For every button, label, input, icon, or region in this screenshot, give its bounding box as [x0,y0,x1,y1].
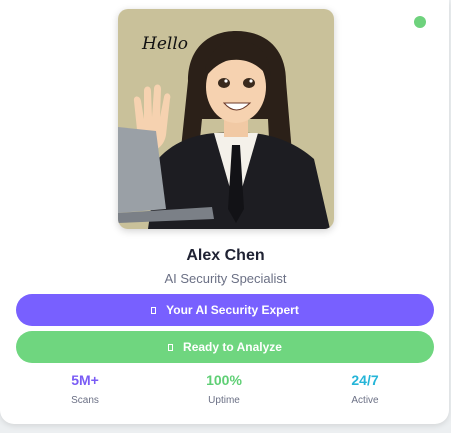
stat-uptime: 100% Uptime [164,372,284,406]
square-icon [151,306,157,314]
stat-label: Uptime [208,395,240,406]
stat-value: 100% [206,372,242,388]
hello-speech-text: Hello [141,34,188,54]
ready-to-analyze-button[interactable]: Ready to Analyze [16,331,434,363]
avatar-illustration: Hello [118,9,334,229]
stat-scans: 5M+ Scans [25,372,145,406]
stat-label: Active [351,395,379,406]
profile-card: Hello Alex Chen AI Security Specialist Y… [0,0,449,424]
profile-role: AI Security Specialist [164,271,287,286]
stat-active: 24/7 Active [305,372,425,406]
square-icon [168,343,174,351]
profile-name: Alex Chen [186,247,265,264]
ready-to-analyze-label: Ready to Analyze [183,340,282,354]
stat-value: 24/7 [351,372,379,388]
stat-label: Scans [71,395,99,406]
online-status-dot [414,16,426,28]
ai-security-expert-button[interactable]: Your AI Security Expert [16,294,434,326]
ai-security-expert-label: Your AI Security Expert [166,303,299,317]
stat-value: 5M+ [71,372,99,388]
avatar: Hello [118,9,334,229]
